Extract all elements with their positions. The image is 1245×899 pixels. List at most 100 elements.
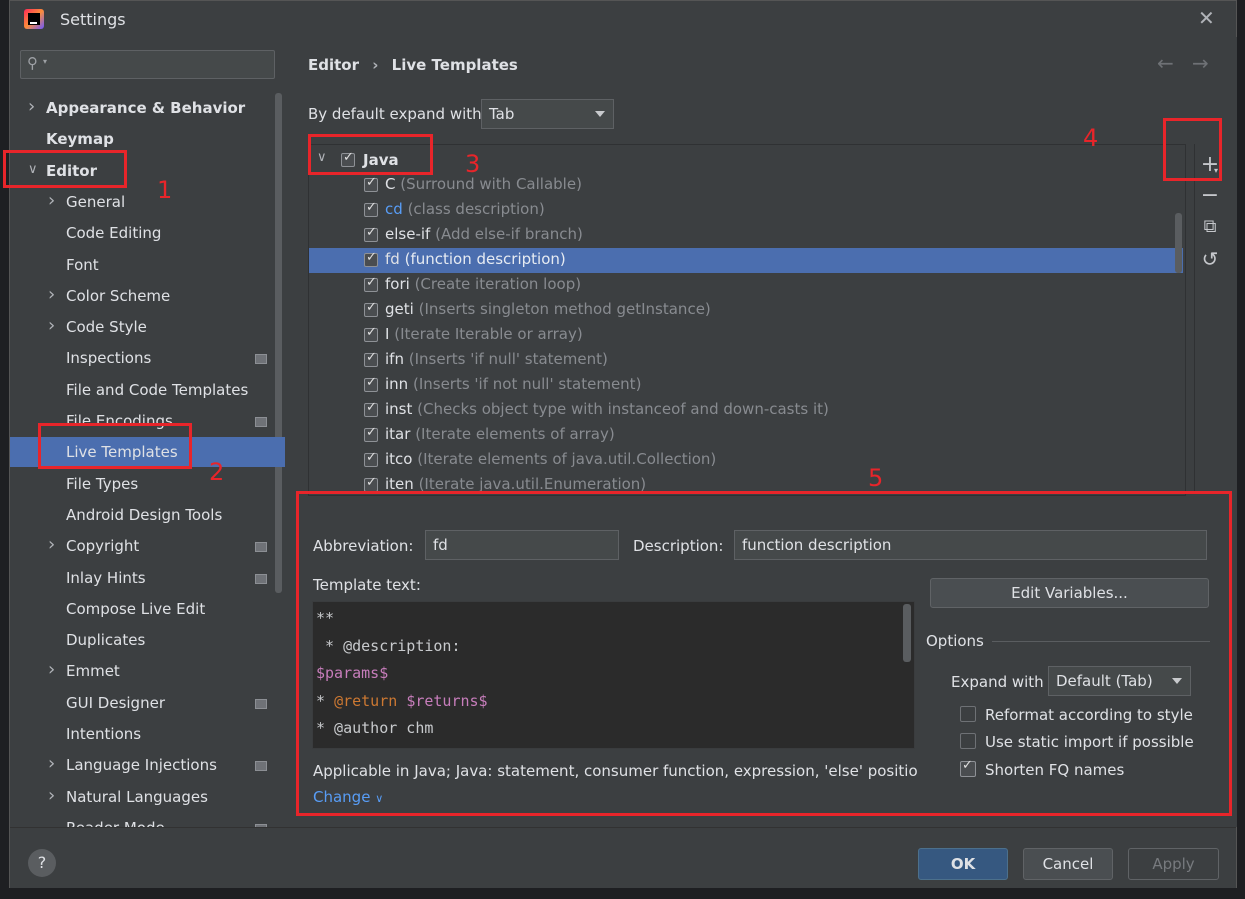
sidebar-item-gui-designer[interactable]: GUI Designer — [10, 688, 285, 718]
annotation-number-4: 4 — [1083, 124, 1099, 152]
sidebar-item-emmet[interactable]: › Emmet — [10, 656, 285, 686]
template-abbreviation: else-if — [385, 225, 431, 243]
template-entry: geti (Inserts singleton method getInstan… — [385, 300, 711, 318]
template-entry: inn (Inserts 'if not null' statement) — [385, 375, 641, 393]
template-row[interactable]: geti (Inserts singleton method getInstan… — [309, 298, 1183, 323]
chevron-right-icon[interactable]: › — [48, 753, 55, 774]
template-entry: fd (function description) — [385, 250, 566, 268]
template-row[interactable]: I (Iterate Iterable or array) — [309, 323, 1183, 348]
template-abbreviation: fd — [385, 250, 400, 268]
template-row[interactable]: itco (Iterate elements of java.util.Coll… — [309, 448, 1183, 473]
title-bar: Settings ✕ — [10, 1, 1236, 37]
sidebar-item-general[interactable]: › General — [10, 187, 285, 217]
template-checkbox[interactable] — [364, 200, 378, 217]
sidebar-item-label: File and Code Templates — [66, 380, 249, 399]
sidebar-item-appearance-behavior[interactable]: › Appearance & Behavior — [10, 93, 285, 123]
forward-arrow-icon[interactable]: → — [1192, 51, 1209, 75]
sidebar-item-code-editing[interactable]: Code Editing — [10, 218, 285, 248]
templates-tree: ∨ Java C (Surround with Callable) cd (cla… — [308, 144, 1186, 496]
expand-with-select[interactable]: Tab — [481, 99, 614, 129]
help-icon: ? — [37, 853, 47, 872]
restore-icon[interactable]: ↺ — [1198, 247, 1222, 271]
sidebar-item-file-and-code-templates[interactable]: File and Code Templates — [10, 375, 285, 405]
apply-button[interactable]: Apply — [1128, 848, 1219, 880]
template-checkbox[interactable] — [364, 350, 378, 367]
chevron-right-icon[interactable]: › — [48, 315, 55, 336]
copy-icon[interactable]: ⧉ — [1198, 216, 1222, 237]
remove-icon[interactable]: − — [1198, 183, 1222, 208]
sidebar-item-compose-live-edit[interactable]: Compose Live Edit — [10, 594, 285, 624]
sidebar-item-code-style[interactable]: › Code Style — [10, 312, 285, 342]
annotation-number-3: 3 — [465, 150, 481, 178]
annotation-number-5: 5 — [868, 464, 884, 492]
template-checkbox[interactable] — [364, 475, 378, 492]
template-group-java[interactable]: ∨ Java — [309, 147, 1183, 172]
dialog-footer: ? OK Cancel Apply — [10, 827, 1236, 888]
close-icon[interactable]: ✕ — [1198, 6, 1215, 30]
template-checkbox[interactable] — [364, 250, 378, 267]
chevron-right-icon[interactable]: › — [48, 534, 55, 555]
cancel-button[interactable]: Cancel — [1023, 848, 1113, 880]
project-settings-icon — [255, 542, 267, 553]
ok-label: OK — [950, 855, 976, 873]
search-input[interactable]: ⚲ ▾ — [20, 50, 275, 79]
chevron-right-icon[interactable]: › — [48, 785, 55, 806]
sidebar-item-label: File Types — [66, 474, 139, 493]
template-row[interactable]: else-if (Add else-if branch) — [309, 223, 1183, 248]
breadcrumb-current: Live Templates — [391, 56, 518, 74]
sidebar-item-file-types[interactable]: File Types — [10, 469, 285, 499]
template-checkbox[interactable] — [364, 175, 378, 192]
project-settings-icon — [255, 354, 267, 365]
sidebar-item-intentions[interactable]: Intentions — [10, 719, 285, 749]
sidebar-item-inlay-hints[interactable]: Inlay Hints — [10, 563, 285, 593]
sidebar-item-android-design-tools[interactable]: Android Design Tools — [10, 500, 285, 530]
chevron-right-icon[interactable]: › — [48, 190, 55, 211]
template-row[interactable]: cd (class description) — [309, 198, 1183, 223]
sidebar-item-inspections[interactable]: Inspections — [10, 343, 285, 373]
breadcrumb-parent[interactable]: Editor — [308, 56, 359, 74]
ok-button[interactable]: OK — [918, 848, 1008, 880]
template-row[interactable]: inst (Checks object type with instanceof… — [309, 398, 1183, 423]
sidebar-item-color-scheme[interactable]: › Color Scheme — [10, 281, 285, 311]
sidebar-item-label: Emmet — [66, 662, 120, 681]
sidebar-item-copyright[interactable]: › Copyright — [10, 531, 285, 561]
chevron-right-icon[interactable]: › — [28, 96, 35, 117]
template-row[interactable]: fori (Create iteration loop) — [309, 273, 1183, 298]
templates-toolbar: + ▾ − ⧉ ↺ — [1194, 144, 1225, 494]
template-checkbox[interactable] — [364, 400, 378, 417]
project-settings-icon — [255, 573, 267, 584]
project-settings-icon — [255, 417, 267, 427]
template-entry: itar (Iterate elements of array) — [385, 425, 615, 443]
template-entry: cd (class description) — [385, 200, 545, 218]
chevron-right-icon[interactable]: › — [48, 284, 55, 305]
back-arrow-icon[interactable]: ← — [1157, 51, 1174, 75]
template-description: (Add else-if branch) — [435, 225, 583, 243]
template-abbreviation: I — [385, 325, 390, 343]
help-button[interactable]: ? — [28, 849, 56, 877]
template-checkbox[interactable] — [364, 300, 378, 317]
template-checkbox[interactable] — [364, 325, 378, 342]
annotation-number-1: 1 — [157, 176, 173, 204]
template-checkbox[interactable] — [364, 275, 378, 292]
template-row[interactable]: C (Surround with Callable) — [309, 173, 1183, 198]
sidebar-item-font[interactable]: Font — [10, 250, 285, 280]
sidebar-item-duplicates[interactable]: Duplicates — [10, 625, 285, 655]
template-description: (Create iteration loop) — [414, 275, 582, 293]
template-checkbox[interactable] — [364, 375, 378, 392]
template-row[interactable]: ifn (Inserts 'if null' statement) — [309, 348, 1183, 373]
template-checkbox[interactable] — [364, 450, 378, 467]
chevron-down-icon: ▾ — [43, 57, 48, 66]
templates-scrollbar[interactable] — [1175, 213, 1182, 273]
template-checkbox[interactable] — [364, 425, 378, 442]
sidebar-item-language-injections[interactable]: › Language Injections — [10, 750, 285, 780]
cancel-label: Cancel — [1042, 855, 1094, 873]
template-abbreviation: C — [385, 175, 396, 193]
template-row[interactable]: inn (Inserts 'if not null' statement) — [309, 373, 1183, 398]
sidebar-item-natural-languages[interactable]: › Natural Languages — [10, 782, 285, 812]
sidebar-item-label: Intentions — [66, 725, 142, 743]
template-checkbox[interactable] — [364, 225, 378, 242]
chevron-right-icon[interactable]: › — [48, 659, 55, 680]
template-row[interactable]: itar (Iterate elements of array) — [309, 423, 1183, 448]
template-row[interactable]: fd (function description) — [309, 248, 1183, 273]
annotation-box-add-button — [1163, 118, 1222, 181]
